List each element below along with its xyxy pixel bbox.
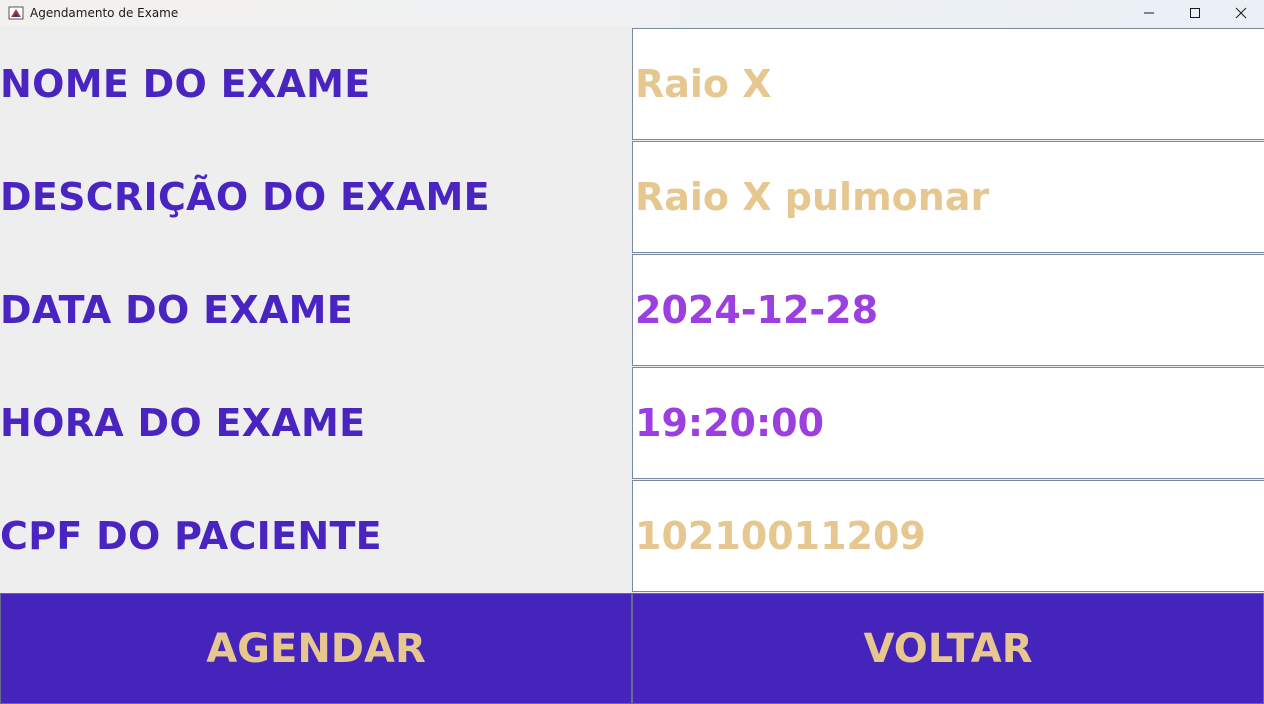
schedule-button[interactable]: AGENDAR (0, 593, 632, 704)
exam-time-row: HORA DO EXAME 19:20:00 (0, 367, 1264, 480)
close-button[interactable] (1218, 0, 1264, 26)
action-bar: AGENDAR VOLTAR (0, 593, 1264, 704)
java-app-icon (8, 5, 24, 21)
exam-form: NOME DO EXAME Raio X DESCRIÇÃO DO EXAME … (0, 28, 1264, 593)
exam-time-label: HORA DO EXAME (0, 401, 366, 445)
patient-cpf-field[interactable]: 10210011209 (632, 480, 1264, 592)
window-controls (1126, 0, 1264, 26)
patient-cpf-row: CPF DO PACIENTE 10210011209 (0, 480, 1264, 593)
minimize-icon (1144, 12, 1154, 14)
back-button[interactable]: VOLTAR (632, 593, 1264, 704)
exam-name-field[interactable]: Raio X (632, 28, 1264, 140)
patient-cpf-label: CPF DO PACIENTE (0, 514, 382, 558)
exam-name-label: NOME DO EXAME (0, 62, 371, 106)
exam-description-field[interactable]: Raio X pulmonar (632, 141, 1264, 253)
exam-time-field[interactable]: 19:20:00 (632, 367, 1264, 479)
exam-description-label: DESCRIÇÃO DO EXAME (0, 175, 490, 219)
maximize-button[interactable] (1172, 0, 1218, 26)
app-window: Agendamento de Exame NOME DO EXAME Raio … (0, 0, 1264, 704)
exam-date-row: DATA DO EXAME 2024-12-28 (0, 254, 1264, 367)
exam-date-field[interactable]: 2024-12-28 (632, 254, 1264, 366)
close-icon (1235, 7, 1247, 19)
maximize-icon (1190, 8, 1200, 18)
minimize-button[interactable] (1126, 0, 1172, 26)
exam-date-label: DATA DO EXAME (0, 288, 354, 332)
window-title: Agendamento de Exame (30, 6, 179, 20)
title-bar[interactable]: Agendamento de Exame (0, 0, 1264, 26)
exam-name-row: NOME DO EXAME Raio X (0, 28, 1264, 141)
exam-description-row: DESCRIÇÃO DO EXAME Raio X pulmonar (0, 141, 1264, 254)
